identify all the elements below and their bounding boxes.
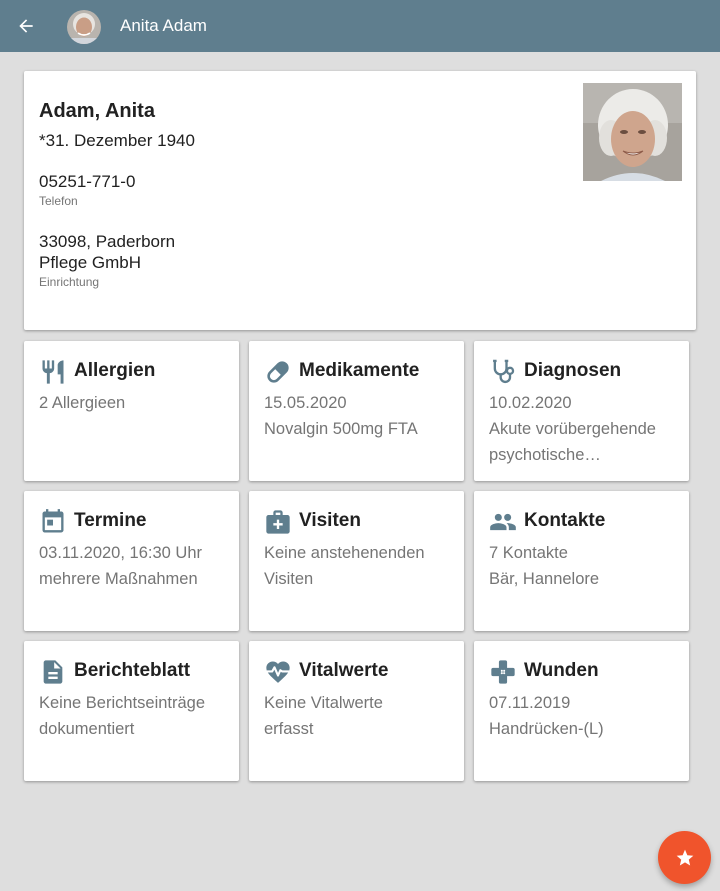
tile-detail: dokumentiert <box>39 720 135 738</box>
tile-title: Allergien <box>74 360 156 381</box>
tile-title: Termine <box>74 510 147 531</box>
tile-detail: 03.11.2020, 16:30 Uhr <box>39 544 202 562</box>
patient-name: Adam, Anita <box>39 100 155 122</box>
patient-phone[interactable]: 05251-771-0 <box>39 172 135 192</box>
tile-detail: Akute vorübergehende <box>489 420 656 438</box>
heart-pulse-icon <box>264 658 292 686</box>
stethoscope-icon <box>489 358 517 386</box>
star-icon <box>676 849 693 865</box>
patient-profile-card: Adam, Anita *31. Dezember 1940 05251-771… <box>24 71 696 330</box>
patient-birthdate: *31. Dezember 1940 <box>39 131 195 150</box>
tile-title: Diagnosen <box>524 360 622 381</box>
tile-detail: erfasst <box>264 720 314 738</box>
tile-detail: 15.05.2020 <box>264 394 347 412</box>
patient-photo <box>583 83 682 181</box>
facility-address-line2: Pflege GmbH <box>39 253 142 272</box>
tile-detail: mehrere Maßnahmen <box>39 570 198 588</box>
people-icon <box>489 508 517 536</box>
medical-bag-icon <box>264 508 292 536</box>
avatar[interactable] <box>67 10 101 44</box>
pill-icon <box>264 358 292 386</box>
tile-title: Vitalwerte <box>299 660 389 681</box>
app-bar-title: Anita Adam <box>120 16 207 35</box>
tile-detail: psychotische… <box>489 446 601 464</box>
back-button[interactable] <box>10 10 42 42</box>
phone-caption: Telefon <box>39 194 78 208</box>
tile-detail: Keine Berichtseinträge <box>39 694 206 712</box>
bandage-icon <box>489 658 517 686</box>
tile-title: Visiten <box>299 510 361 531</box>
tile-visiten[interactable]: Visiten Keine anstehenenden Visiten <box>249 491 464 631</box>
tile-title: Kontakte <box>524 510 606 531</box>
tile-berichteblatt[interactable]: Berichteblatt Keine Berichtseinträge dok… <box>24 641 239 781</box>
tile-title: Medikamente <box>299 360 420 381</box>
tile-detail: Novalgin 500mg FTA <box>264 420 418 438</box>
calendar-icon <box>39 508 67 536</box>
tile-title: Wunden <box>524 660 599 681</box>
tile-diagnosen[interactable]: Diagnosen 10.02.2020 Akute vorübergehend… <box>474 341 689 481</box>
tile-medikamente[interactable]: Medikamente 15.05.2020 Novalgin 500mg FT… <box>249 341 464 481</box>
app-bar: Anita Adam <box>0 0 720 52</box>
document-icon <box>39 658 67 686</box>
tile-detail: 07.11.2019 <box>489 694 571 712</box>
favorite-fab-button[interactable] <box>658 831 711 884</box>
tile-allergien[interactable]: Allergien 2 Allergieen <box>24 341 239 481</box>
tile-detail: Bär, Hannelore <box>489 570 600 588</box>
arrow-back-icon <box>19 19 33 33</box>
tile-wunden[interactable]: Wunden 07.11.2019 Handrücken-(L) <box>474 641 689 781</box>
tile-detail: 7 Kontakte <box>489 544 568 562</box>
tile-kontakte[interactable]: Kontakte 7 Kontakte Bär, Hannelore <box>474 491 689 631</box>
cutlery-icon <box>39 358 67 386</box>
tile-detail: Keine Vitalwerte <box>264 694 383 712</box>
tile-detail: Keine anstehenenden <box>264 544 425 562</box>
tile-detail: Handrücken-(L) <box>489 720 604 738</box>
tile-detail: Visiten <box>264 570 314 588</box>
tile-detail: 2 Allergieen <box>39 394 126 412</box>
facility-address-line1: 33098, Paderborn <box>39 232 176 251</box>
tile-termine[interactable]: Termine 03.11.2020, 16:30 Uhr mehrere Ma… <box>24 491 239 631</box>
tile-vitalwerte[interactable]: Vitalwerte Keine Vitalwerte erfasst <box>249 641 464 781</box>
facility-caption: Einrichtung <box>39 275 100 289</box>
tile-detail: 10.02.2020 <box>489 394 572 412</box>
tile-title: Berichteblatt <box>74 660 191 681</box>
